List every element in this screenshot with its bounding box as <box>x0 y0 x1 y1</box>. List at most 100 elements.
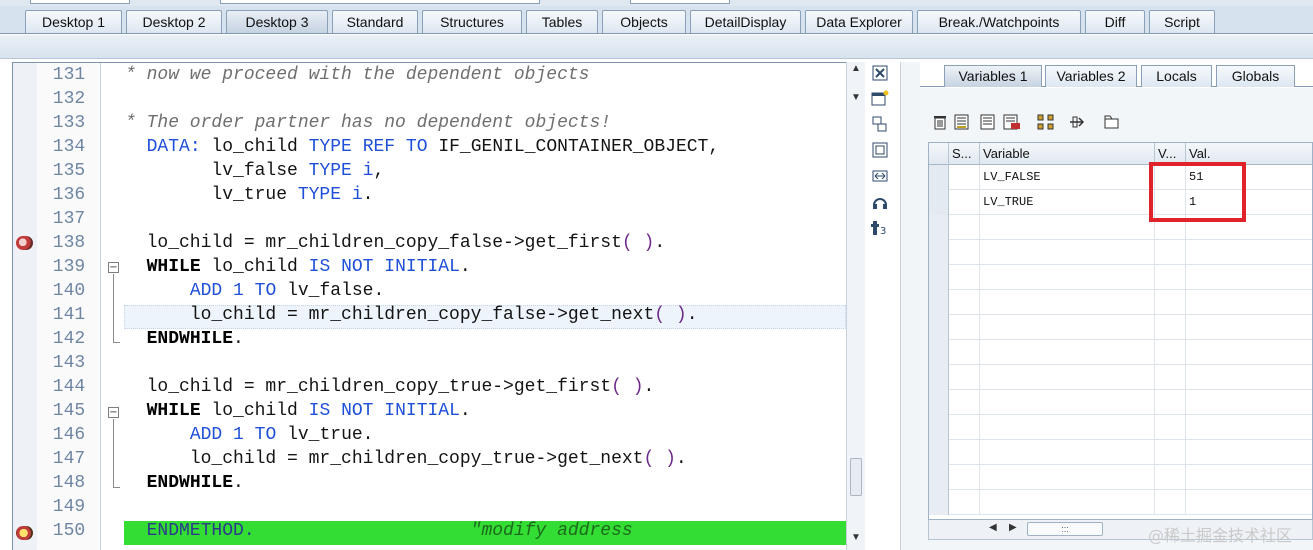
code-line[interactable]: 141 lo_child = mr_children_copy_false->g… <box>13 303 865 327</box>
code-line[interactable]: 136 lv_true TYPE i. <box>13 183 865 207</box>
code-line[interactable]: 147 lo_child = mr_children_copy_true->ge… <box>13 447 865 471</box>
empty-cell[interactable] <box>980 340 1155 365</box>
empty-cell[interactable] <box>980 465 1155 490</box>
row-selector[interactable] <box>929 415 949 440</box>
tab-standard[interactable]: Standard <box>332 10 418 33</box>
empty-cell[interactable] <box>1155 365 1186 390</box>
trash-icon[interactable] <box>930 114 950 134</box>
code-line[interactable]: 132 <box>13 87 865 111</box>
row-selector[interactable] <box>929 390 949 415</box>
empty-cell[interactable] <box>1186 415 1312 440</box>
row-selector[interactable] <box>929 365 949 390</box>
scroll-up-icon[interactable]: ▲ <box>851 63 861 74</box>
empty-cell[interactable] <box>1186 265 1312 290</box>
row-selector[interactable] <box>929 340 949 365</box>
empty-table-row[interactable] <box>929 340 1312 365</box>
scroll-thumb[interactable]: ::: <box>1027 522 1103 536</box>
empty-cell[interactable] <box>949 240 980 265</box>
panel-separator[interactable] <box>900 62 920 550</box>
empty-cell[interactable] <box>1155 490 1186 515</box>
code-line[interactable]: 135 lv_false TYPE i, <box>13 159 865 183</box>
source-code-editor[interactable]: − − 131 * now we proceed with the depend… <box>12 62 865 550</box>
row-selector[interactable] <box>929 265 949 290</box>
tab-globals[interactable]: Globals <box>1216 65 1295 87</box>
empty-cell[interactable] <box>949 490 980 515</box>
scroll-left-icon[interactable]: ◀ <box>989 522 997 533</box>
empty-cell[interactable] <box>1186 240 1312 265</box>
code-line[interactable]: 139 WHILE lo_child IS NOT INITIAL. <box>13 255 865 279</box>
empty-cell[interactable] <box>980 490 1155 515</box>
resize-horizontal-icon[interactable] <box>870 167 890 185</box>
code-line[interactable]: 144 lo_child = mr_children_copy_true->ge… <box>13 375 865 399</box>
code-line[interactable]: 131 * now we proceed with the dependent … <box>13 63 865 87</box>
tab-tables[interactable]: Tables <box>526 10 598 33</box>
column-header-s[interactable]: S... <box>949 143 980 165</box>
tab-diff[interactable]: Diff <box>1085 10 1145 33</box>
empty-cell[interactable] <box>1186 340 1312 365</box>
empty-cell[interactable] <box>949 315 980 340</box>
empty-table-row[interactable] <box>929 490 1312 515</box>
cell-variable[interactable]: LV_TRUE <box>980 190 1155 215</box>
empty-cell[interactable] <box>949 440 980 465</box>
empty-cell[interactable] <box>1186 490 1312 515</box>
empty-cell[interactable] <box>1155 290 1186 315</box>
code-line[interactable]: 145 WHILE lo_child IS NOT INITIAL. <box>13 399 865 423</box>
tab-script[interactable]: Script <box>1149 10 1215 33</box>
maximize-icon[interactable] <box>870 141 890 159</box>
empty-cell[interactable] <box>1186 440 1312 465</box>
tab-variables-2[interactable]: Variables 2 <box>1045 65 1137 87</box>
empty-cell[interactable] <box>980 315 1155 340</box>
code-line[interactable]: 140 ADD 1 TO lv_false. <box>13 279 865 303</box>
scroll-thumb[interactable] <box>850 458 862 496</box>
empty-table-row[interactable] <box>929 365 1312 390</box>
tab-desktop-3[interactable]: Desktop 3 <box>226 10 328 33</box>
code-line[interactable]: 138 lo_child = mr_children_copy_false->g… <box>13 231 865 255</box>
empty-cell[interactable] <box>980 440 1155 465</box>
tab-objects[interactable]: Objects <box>602 10 686 33</box>
empty-cell[interactable] <box>980 240 1155 265</box>
empty-cell[interactable] <box>949 465 980 490</box>
empty-table-row[interactable] <box>929 465 1312 490</box>
code-line[interactable]: 143 <box>13 351 865 375</box>
empty-cell[interactable] <box>949 340 980 365</box>
empty-table-row[interactable] <box>929 290 1312 315</box>
empty-table-row[interactable] <box>929 390 1312 415</box>
empty-cell[interactable] <box>949 265 980 290</box>
editor-vertical-scrollbar[interactable]: ▲ ▼ ▼ <box>846 62 865 550</box>
row-selector[interactable] <box>929 440 949 465</box>
empty-cell[interactable] <box>1186 315 1312 340</box>
code-line[interactable]: 133 * The order partner has no dependent… <box>13 111 865 135</box>
settings-tool-icon[interactable]: 3 <box>870 219 890 237</box>
tab-break-watchpoints[interactable]: Break./Watchpoints <box>917 10 1081 33</box>
empty-cell[interactable] <box>949 215 980 240</box>
code-line[interactable]: 150 ENDMETHOD. "modify address <box>13 519 865 543</box>
empty-cell[interactable] <box>1155 465 1186 490</box>
empty-cell[interactable] <box>980 215 1155 240</box>
tab-variables-1[interactable]: Variables 1 <box>944 65 1042 87</box>
code-line[interactable]: 142 ENDWHILE. <box>13 327 865 351</box>
row-selector[interactable] <box>929 215 949 240</box>
empty-cell[interactable] <box>1155 240 1186 265</box>
tab-desktop-1[interactable]: Desktop 1 <box>25 10 122 33</box>
row-selector[interactable] <box>929 490 949 515</box>
empty-cell[interactable] <box>980 290 1155 315</box>
empty-cell[interactable] <box>1186 390 1312 415</box>
code-line[interactable]: 134 DATA: lo_child TYPE REF TO IF_GENIL_… <box>13 135 865 159</box>
empty-cell[interactable] <box>1186 290 1312 315</box>
code-line[interactable]: 137 <box>13 207 865 231</box>
empty-table-row[interactable] <box>929 215 1312 240</box>
row-selector[interactable] <box>929 315 949 340</box>
empty-table-row[interactable] <box>929 240 1312 265</box>
tab-locals[interactable]: Locals <box>1141 65 1212 87</box>
new-window-icon[interactable] <box>870 89 890 107</box>
table-row[interactable]: LV_FALSE 51 <box>929 165 1312 190</box>
scroll-right-icon[interactable]: ▶ <box>1009 522 1017 533</box>
empty-table-row[interactable] <box>929 415 1312 440</box>
move-icon[interactable] <box>1068 114 1088 134</box>
tab-detaildisplay[interactable]: DetailDisplay <box>690 10 801 33</box>
empty-cell[interactable] <box>1186 465 1312 490</box>
row-selector[interactable] <box>929 290 949 315</box>
empty-table-row[interactable] <box>929 440 1312 465</box>
empty-cell[interactable] <box>949 390 980 415</box>
empty-cell[interactable] <box>1155 415 1186 440</box>
